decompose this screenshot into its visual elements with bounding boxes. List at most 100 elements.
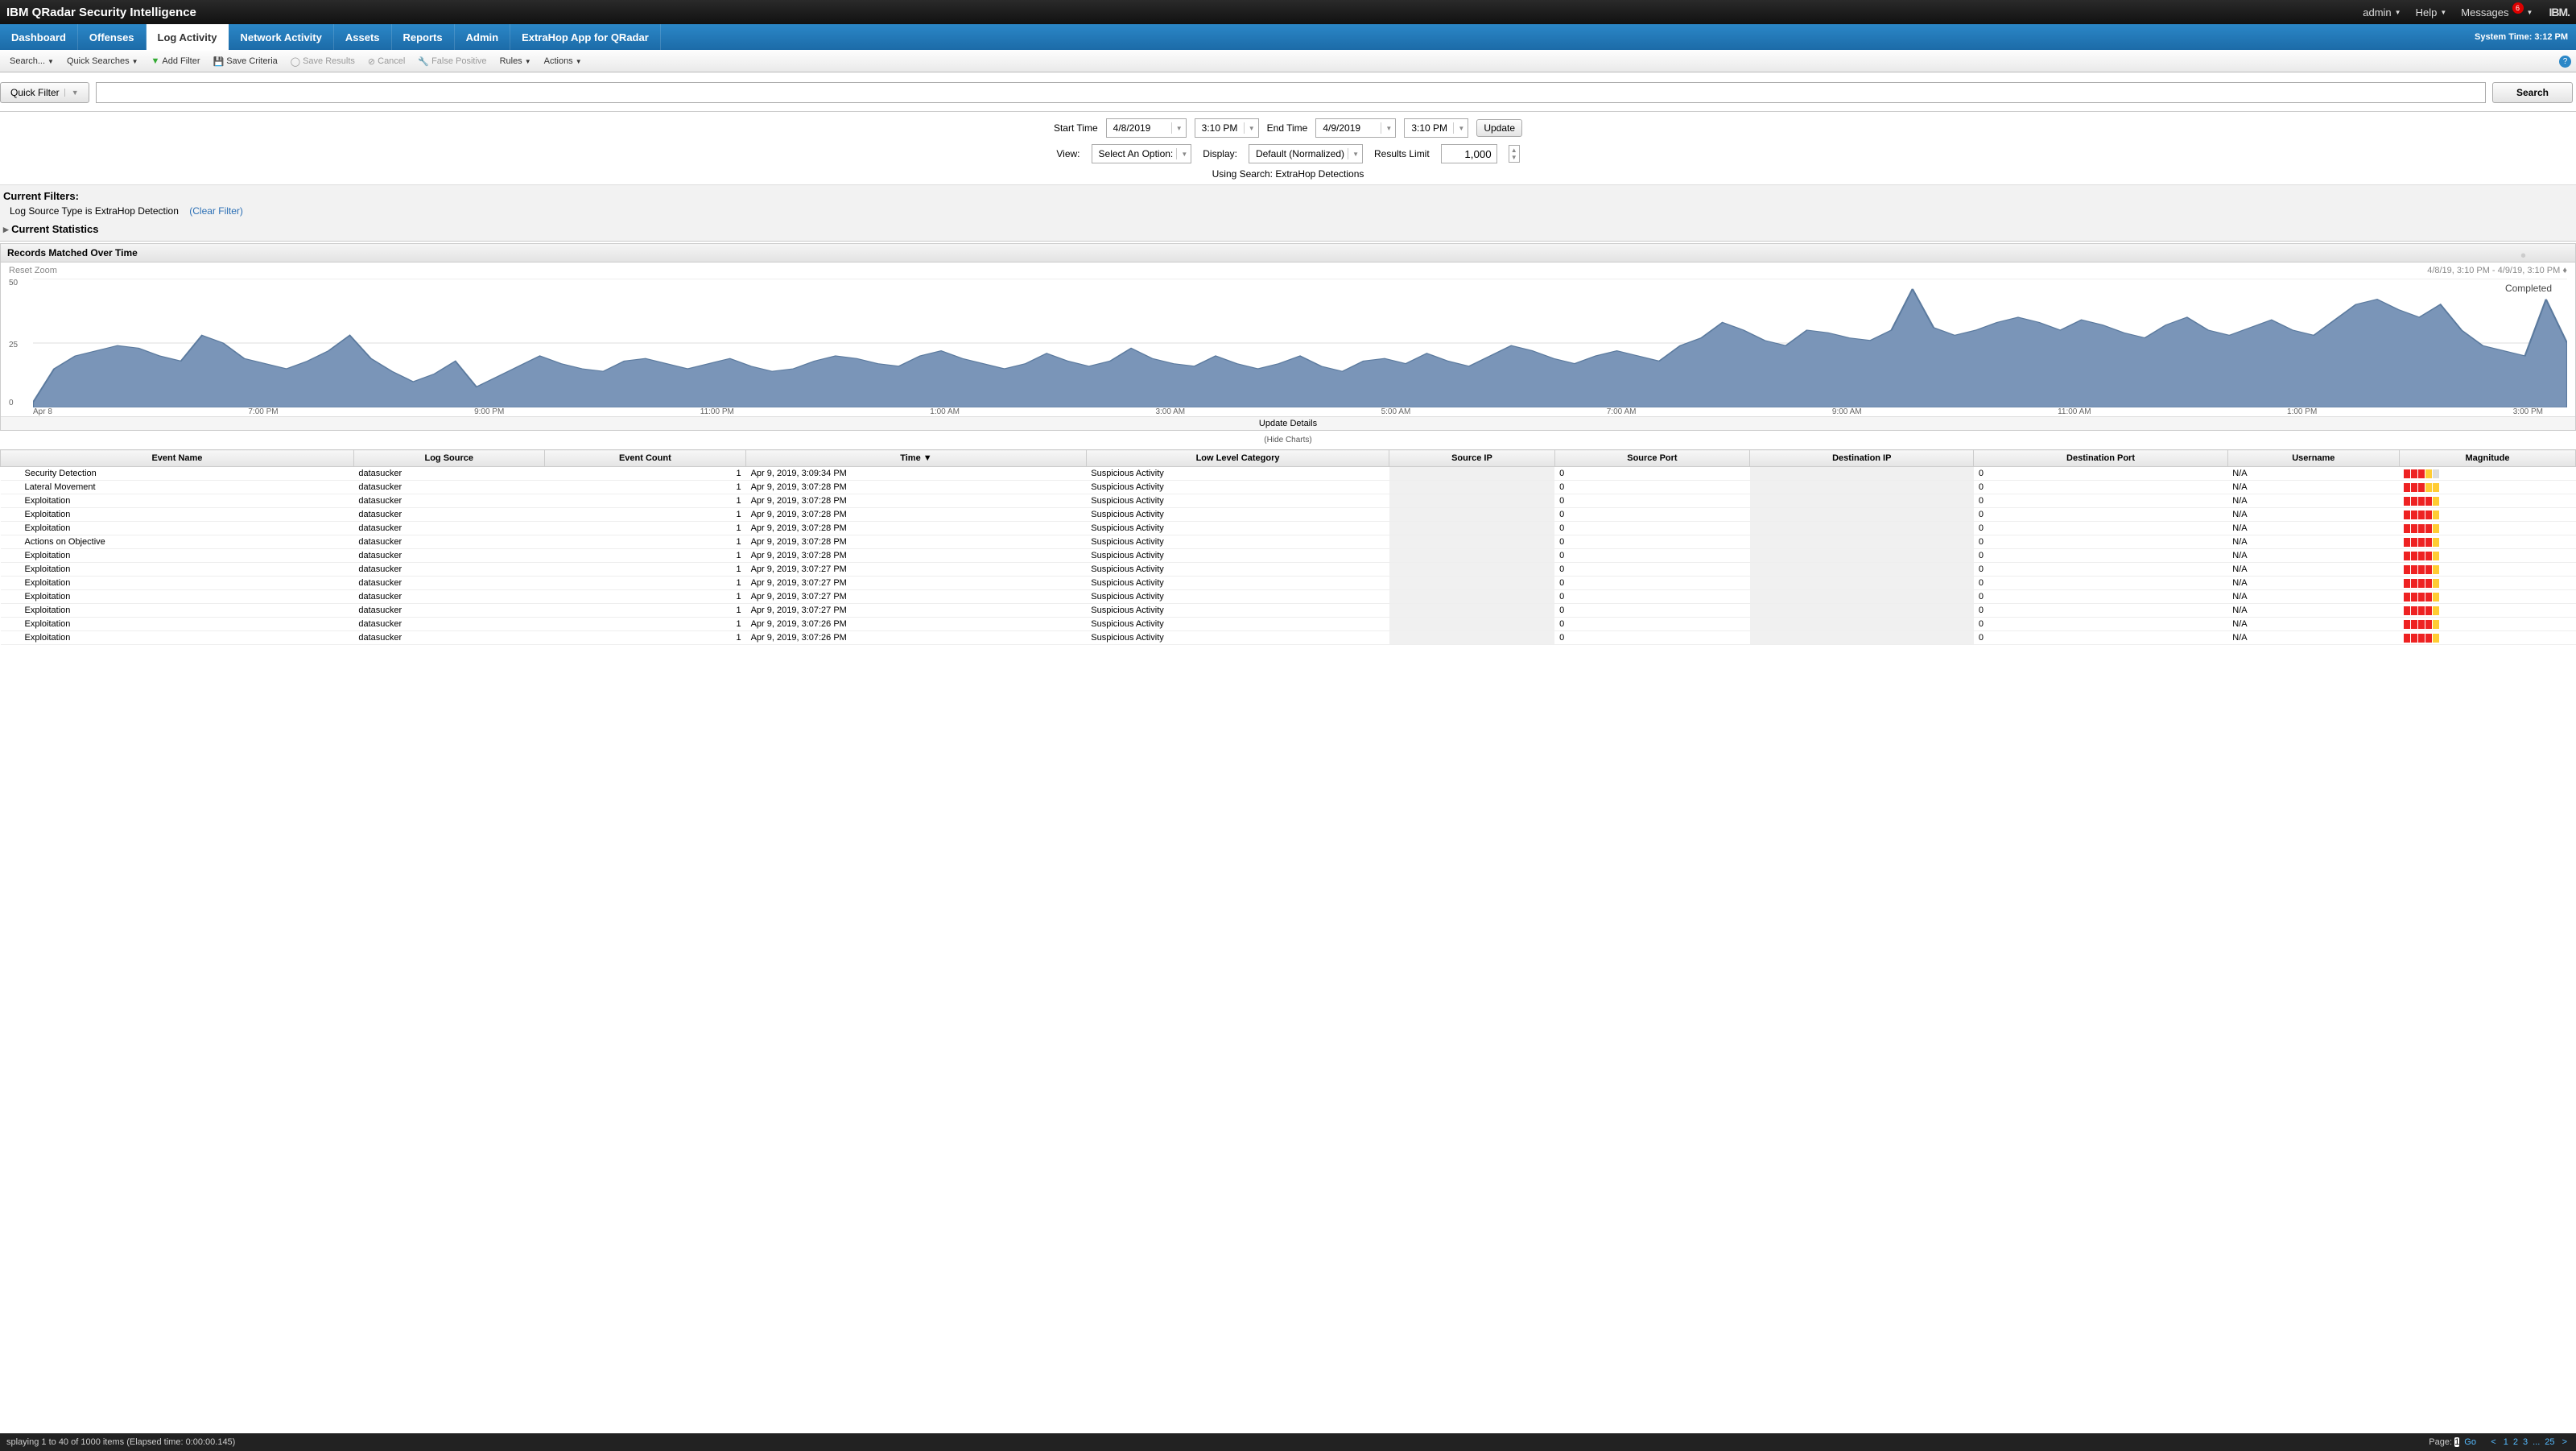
filter-text: Log Source Type is ExtraHop Detection xyxy=(10,205,179,217)
page-1[interactable]: 1 xyxy=(2504,1437,2508,1447)
page-input[interactable]: 1 xyxy=(2454,1437,2459,1447)
table-row[interactable]: Exploitationdatasucker1Apr 9, 2019, 3:07… xyxy=(1,618,2576,631)
save-icon: 💾 xyxy=(213,56,225,67)
start-date-select[interactable]: 4/8/2019 xyxy=(1106,118,1187,138)
table-row[interactable]: Security Detectiondatasucker1Apr 9, 2019… xyxy=(1,467,2576,481)
chart-title: Records Matched Over Time xyxy=(1,244,2575,263)
col-magnitude[interactable]: Magnitude xyxy=(2399,450,2575,467)
table-row[interactable]: Exploitationdatasucker1Apr 9, 2019, 3:07… xyxy=(1,604,2576,618)
table-row[interactable]: Exploitationdatasucker1Apr 9, 2019, 3:07… xyxy=(1,590,2576,604)
col-source-ip[interactable]: Source IP xyxy=(1389,450,1554,467)
quick-filter-dropdown[interactable]: Quick Filter▼ xyxy=(0,82,89,103)
tab-reports[interactable]: Reports xyxy=(392,24,455,50)
end-time-select[interactable]: 3:10 PM xyxy=(1404,118,1468,138)
product-title: IBM QRadar Security Intelligence xyxy=(6,6,196,19)
start-time-select[interactable]: 3:10 PM xyxy=(1195,118,1259,138)
col-low-level-category[interactable]: Low Level Category xyxy=(1086,450,1389,467)
tab-dashboard[interactable]: Dashboard xyxy=(0,24,78,50)
messages-badge: 6 xyxy=(2512,2,2524,14)
table-row[interactable]: Exploitationdatasucker1Apr 9, 2019, 3:07… xyxy=(1,494,2576,508)
actions-menu[interactable]: Actions ▼ xyxy=(539,55,587,68)
spinner-dots-icon xyxy=(2512,247,2545,279)
col-log-source[interactable]: Log Source xyxy=(353,450,544,467)
col-event-count[interactable]: Event Count xyxy=(544,450,745,467)
update-details-link[interactable]: Update Details xyxy=(1,416,2575,430)
view-param-row: View: Select An Option: Display: Default… xyxy=(0,141,2576,167)
col-time[interactable]: Time ▼ xyxy=(746,450,1087,467)
tab-assets[interactable]: Assets xyxy=(334,24,392,50)
go-button[interactable]: Go xyxy=(2464,1437,2476,1447)
ibm-logo: IBM. xyxy=(2549,6,2570,19)
page-25[interactable]: 25 xyxy=(2545,1437,2554,1447)
using-search-label: Using Search: ExtraHop Detections xyxy=(0,167,2576,184)
quick-filter-row: Quick Filter▼ Search xyxy=(0,72,2576,112)
quick-searches-menu[interactable]: Quick Searches ▼ xyxy=(62,55,143,68)
view-label: View: xyxy=(1056,148,1080,159)
add-filter-button[interactable]: ▼Add Filter xyxy=(147,55,205,68)
chart-section: Records Matched Over Time Reset Zoom 4/8… xyxy=(0,243,2576,431)
col-destination-ip[interactable]: Destination IP xyxy=(1750,450,1974,467)
current-statistics-toggle[interactable]: Current Statistics xyxy=(3,220,2573,236)
ytick-25: 25 xyxy=(9,341,18,349)
save-results-button[interactable]: ◯Save Results xyxy=(286,55,360,68)
false-positive-button[interactable]: 🔧False Positive xyxy=(413,55,491,68)
tab-log-activity[interactable]: Log Activity xyxy=(147,24,229,50)
current-filters-heading: Current Filters: xyxy=(3,190,2573,202)
page-3[interactable]: 3 xyxy=(2523,1437,2528,1447)
table-row[interactable]: Exploitationdatasucker1Apr 9, 2019, 3:07… xyxy=(1,522,2576,535)
records-chart[interactable]: 50 25 0 xyxy=(1,279,2575,407)
funnel-icon: ▼ xyxy=(151,56,160,66)
col-event-name[interactable]: Event Name xyxy=(1,450,354,467)
sort-icon[interactable]: ♦ xyxy=(2562,266,2567,275)
messages-menu[interactable]: Messages6▼ xyxy=(2461,6,2533,19)
chart-x-labels: Apr 87:00 PM9:00 PM11:00 PM1:00 AM3:00 A… xyxy=(1,407,2575,416)
spinner-icon[interactable]: ▲▼ xyxy=(1509,145,1520,163)
results-limit-input[interactable] xyxy=(1441,144,1497,163)
quick-filter-input[interactable] xyxy=(96,82,2486,103)
search-menu[interactable]: Search... ▼ xyxy=(5,55,59,68)
help-menu[interactable]: Help▼ xyxy=(2416,6,2447,19)
wrench-icon: 🔧 xyxy=(418,56,429,67)
cancel-icon: ⊘ xyxy=(368,56,375,67)
clear-filter-link[interactable]: (Clear Filter) xyxy=(189,205,243,217)
cancel-button[interactable]: ⊘Cancel xyxy=(363,55,410,68)
pagination: Page: 1 Go < 123...25 > xyxy=(2429,1437,2570,1447)
search-button[interactable]: Search xyxy=(2492,82,2573,103)
page-...[interactable]: ... xyxy=(2533,1437,2540,1447)
table-row[interactable]: Exploitationdatasucker1Apr 9, 2019, 3:07… xyxy=(1,508,2576,522)
events-table: Event NameLog SourceEvent CountTime ▼Low… xyxy=(0,449,2576,645)
next-page[interactable]: > xyxy=(2562,1437,2567,1447)
results-limit-label: Results Limit xyxy=(1374,148,1430,159)
page-2[interactable]: 2 xyxy=(2513,1437,2518,1447)
table-row[interactable]: Lateral Movementdatasucker1Apr 9, 2019, … xyxy=(1,481,2576,494)
nav-bar: DashboardOffensesLog ActivityNetwork Act… xyxy=(0,24,2576,50)
display-select[interactable]: Default (Normalized) xyxy=(1249,144,1363,163)
view-select[interactable]: Select An Option: xyxy=(1092,144,1192,163)
table-row[interactable]: Exploitationdatasucker1Apr 9, 2019, 3:07… xyxy=(1,577,2576,590)
col-username[interactable]: Username xyxy=(2227,450,2399,467)
end-date-select[interactable]: 4/9/2019 xyxy=(1315,118,1396,138)
save-results-icon: ◯ xyxy=(291,56,300,67)
table-row[interactable]: Exploitationdatasucker1Apr 9, 2019, 3:07… xyxy=(1,549,2576,563)
start-time-label: Start Time xyxy=(1054,122,1098,134)
help-icon[interactable]: ? xyxy=(2559,56,2571,68)
reset-zoom-link[interactable]: Reset Zoom xyxy=(9,266,57,275)
col-destination-port[interactable]: Destination Port xyxy=(1974,450,2227,467)
table-row[interactable]: Exploitationdatasucker1Apr 9, 2019, 3:07… xyxy=(1,631,2576,645)
end-time-label: End Time xyxy=(1267,122,1308,134)
tab-offenses[interactable]: Offenses xyxy=(78,24,147,50)
col-source-port[interactable]: Source Port xyxy=(1554,450,1750,467)
tab-network-activity[interactable]: Network Activity xyxy=(229,24,333,50)
tab-admin[interactable]: Admin xyxy=(455,24,510,50)
rules-menu[interactable]: Rules ▼ xyxy=(495,55,536,68)
update-button[interactable]: Update xyxy=(1476,119,1522,137)
prev-page[interactable]: < xyxy=(2491,1437,2496,1447)
ytick-0: 0 xyxy=(9,399,14,407)
table-row[interactable]: Actions on Objectivedatasucker1Apr 9, 20… xyxy=(1,535,2576,549)
tab-extrahop-app-for-qradar[interactable]: ExtraHop App for QRadar xyxy=(510,24,661,50)
save-criteria-button[interactable]: 💾Save Criteria xyxy=(208,55,283,68)
table-row[interactable]: Exploitationdatasucker1Apr 9, 2019, 3:07… xyxy=(1,563,2576,577)
user-menu[interactable]: admin▼ xyxy=(2363,6,2401,19)
hide-charts-link[interactable]: (Hide Charts) xyxy=(0,431,2576,449)
system-time: System Time: 3:12 PM xyxy=(2467,24,2576,50)
